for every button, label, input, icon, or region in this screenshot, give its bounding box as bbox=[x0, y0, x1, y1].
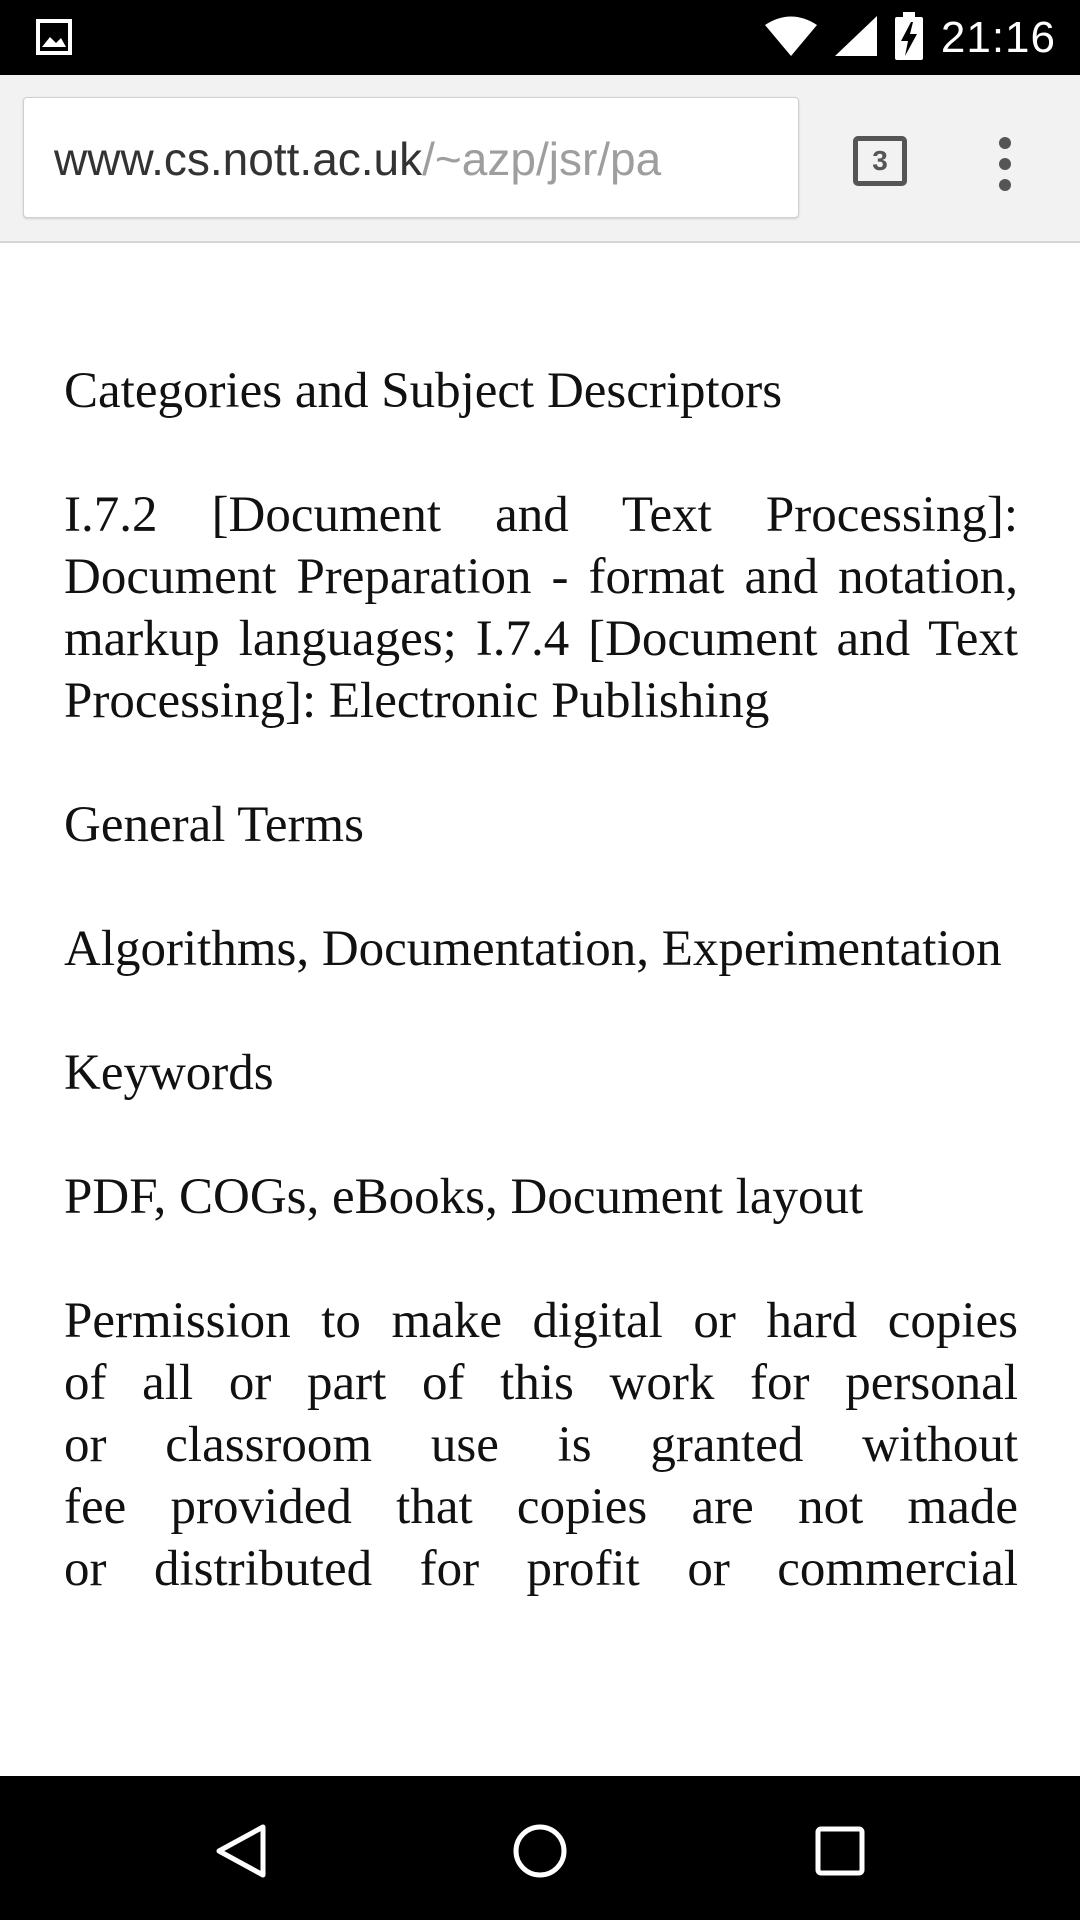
navigation-bar bbox=[0, 1776, 1080, 1920]
wifi-icon bbox=[764, 16, 817, 60]
status-bar: 21:16 bbox=[0, 0, 1080, 75]
recents-icon[interactable] bbox=[795, 1806, 885, 1896]
categories-line: Processing]: Electronic Publishing bbox=[64, 673, 770, 729]
general-terms: Algorithms, Documentation, Experimentati… bbox=[64, 921, 1002, 977]
url-text: www.cs.nott.ac.uk/~azp/jsr/pa bbox=[54, 136, 661, 182]
general-terms-heading: General Terms bbox=[64, 797, 364, 853]
home-icon[interactable] bbox=[495, 1806, 585, 1896]
permission-line: Permission to make digital or hard copie… bbox=[64, 1293, 1018, 1349]
keywords: PDF, COGs, eBooks, Document layout bbox=[64, 1169, 864, 1225]
keywords-heading: Keywords bbox=[64, 1045, 274, 1101]
browser-toolbar: www.cs.nott.ac.uk/~azp/jsr/pa 3 bbox=[0, 75, 1080, 243]
categories-line: I.7.2 [Document and Text Processing]: bbox=[64, 487, 1018, 543]
image-notification-icon bbox=[36, 19, 72, 55]
permission-paragraph: Permission to make digital or hard copie… bbox=[64, 1290, 1018, 1600]
url-path: /~azp/jsr/pa bbox=[422, 133, 662, 185]
tab-switcher-icon[interactable]: 3 bbox=[853, 136, 907, 186]
signal-icon bbox=[834, 16, 877, 60]
status-time: 21:16 bbox=[940, 13, 1056, 62]
categories-line: Document Preparation - format and notati… bbox=[64, 549, 1018, 605]
tab-count: 3 bbox=[872, 145, 888, 176]
permission-line: fee provided that copies are not made bbox=[64, 1479, 1018, 1535]
document-text: Categories and Subject Descriptors I.7.2… bbox=[64, 243, 1018, 1600]
page-content[interactable]: Categories and Subject Descriptors I.7.2… bbox=[0, 243, 1080, 1776]
permission-line: or classroom use is granted without bbox=[64, 1417, 1018, 1473]
url-host: www.cs.nott.ac.uk bbox=[54, 133, 423, 185]
url-bar[interactable]: www.cs.nott.ac.uk/~azp/jsr/pa bbox=[23, 97, 799, 218]
permission-line: or distributed for profit or commercial bbox=[64, 1541, 1018, 1597]
battery-charging-icon bbox=[894, 12, 923, 64]
categories-paragraph: I.7.2 [Document and Text Processing]: Do… bbox=[64, 484, 1018, 732]
overflow-menu-icon[interactable] bbox=[985, 134, 1025, 194]
categories-heading: Categories and Subject Descriptors bbox=[64, 363, 783, 419]
permission-line: of all or part of this work for personal bbox=[64, 1355, 1018, 1411]
back-icon[interactable] bbox=[196, 1806, 286, 1896]
categories-line: markup languages; I.7.4 [Document and Te… bbox=[64, 611, 1018, 667]
